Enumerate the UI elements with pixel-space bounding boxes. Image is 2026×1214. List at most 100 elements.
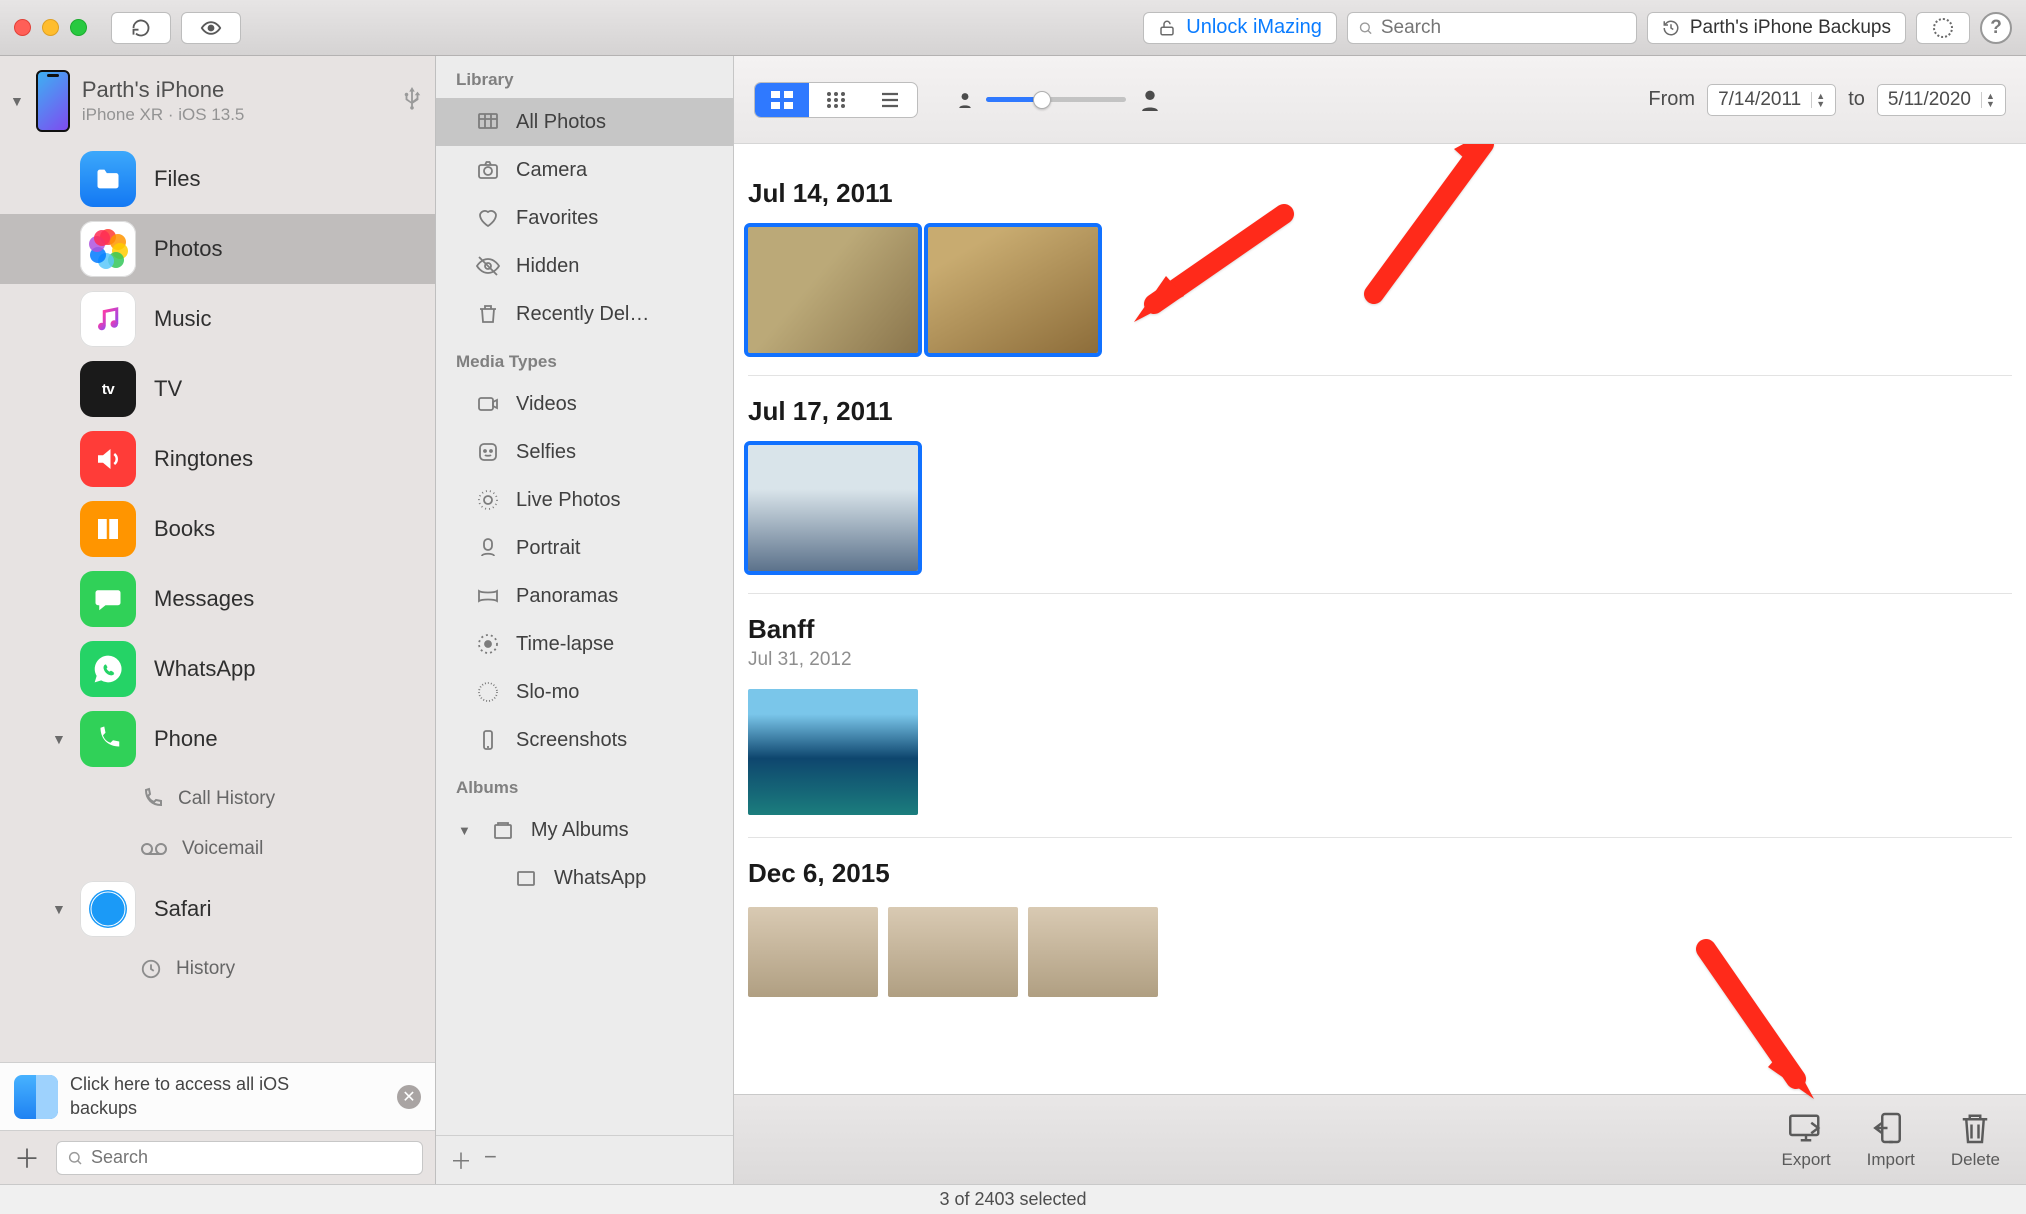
activity-button[interactable] (1916, 12, 1970, 44)
library-hidden[interactable]: Hidden (436, 242, 733, 290)
section-subtitle: Jul 31, 2012 (748, 649, 2012, 671)
library-item-label: Live Photos (516, 489, 621, 512)
library-slomo[interactable]: Slo-mo (436, 668, 733, 716)
sidebar-search[interactable] (56, 1141, 423, 1175)
photo-thumb[interactable] (888, 907, 1018, 997)
stepper-icon[interactable]: ▲▼ (1811, 92, 1825, 108)
photo-thumb[interactable] (748, 689, 918, 815)
remove-album-button[interactable]: − (484, 1144, 497, 1176)
photo-grid[interactable]: Jul 14, 2011 Jul 17, 2011 Banff Jul 31, … (734, 144, 2026, 1094)
nav-phone[interactable]: ▼ Phone (0, 704, 435, 774)
view-mode-switch[interactable] (754, 82, 918, 118)
backups-notice[interactable]: Click here to access all iOS backups ✕ (0, 1062, 435, 1130)
photo-thumb[interactable] (748, 907, 878, 997)
photo-thumb[interactable] (748, 445, 918, 571)
nav-tv[interactable]: tv TV (0, 354, 435, 424)
close-notice-button[interactable]: ✕ (397, 1085, 421, 1109)
library-item-label: My Albums (531, 819, 629, 842)
portrait-icon (476, 536, 500, 560)
live-photo-icon (476, 488, 500, 512)
action-label: Export (1782, 1150, 1831, 1170)
export-button[interactable]: Export (1782, 1110, 1831, 1170)
nav-label: Ringtones (154, 446, 253, 472)
library-item-label: Time-lapse (516, 633, 614, 656)
preview-button[interactable] (181, 12, 241, 44)
toolbar-search[interactable] (1347, 12, 1637, 44)
unlock-button[interactable]: Unlock iMazing (1143, 12, 1337, 44)
nav-label: Messages (154, 586, 254, 612)
disclosure-triangle-icon[interactable]: ▼ (52, 901, 66, 917)
library-camera[interactable]: Camera (436, 146, 733, 194)
handset-icon (140, 787, 164, 811)
nav-safari[interactable]: ▼ Safari (0, 874, 435, 944)
view-thumb-button[interactable] (809, 83, 863, 117)
delete-button[interactable]: Delete (1951, 1110, 2000, 1170)
list-icon (880, 92, 900, 108)
from-date-input[interactable]: 7/14/2011 ▲▼ (1707, 84, 1836, 116)
album-icon (514, 866, 538, 890)
view-grid-button[interactable] (755, 83, 809, 117)
device-header[interactable]: ▼ Parth's iPhone iPhone XR · iOS 13.5 (0, 56, 435, 144)
library-screenshots[interactable]: Screenshots (436, 716, 733, 764)
add-album-button[interactable]: ＋ (450, 1144, 472, 1176)
slomo-icon (476, 680, 500, 704)
timelapse-icon (476, 632, 500, 656)
zoom-thumb[interactable] (1033, 91, 1051, 109)
library-item-label: WhatsApp (554, 867, 646, 890)
disclosure-triangle-icon[interactable]: ▼ (10, 93, 24, 109)
nav-files[interactable]: Files (0, 144, 435, 214)
zoom-slider[interactable] (958, 89, 1160, 111)
library-favorites[interactable]: Favorites (436, 194, 733, 242)
nav-photos[interactable]: Photos (0, 214, 435, 284)
to-date-input[interactable]: 5/11/2020 ▲▼ (1877, 84, 2006, 116)
zoom-track[interactable] (986, 97, 1126, 102)
search-icon (67, 1150, 83, 1166)
disclosure-triangle-icon[interactable]: ▼ (458, 823, 471, 838)
add-button[interactable]: ＋ (12, 1139, 42, 1176)
help-button[interactable]: ? (1980, 12, 2012, 44)
backups-button[interactable]: Parth's iPhone Backups (1647, 12, 1906, 44)
nav-label: Music (154, 306, 211, 332)
chat-icon (80, 571, 136, 627)
toolbar-search-input[interactable] (1381, 17, 1626, 39)
sidebar-search-input[interactable] (91, 1147, 412, 1168)
usb-icon (401, 85, 423, 117)
device-sidebar: ▼ Parth's iPhone iPhone XR · iOS 13.5 Fi… (0, 56, 436, 1184)
photo-thumb[interactable] (1028, 907, 1158, 997)
library-live-photos[interactable]: Live Photos (436, 476, 733, 524)
nav-label: WhatsApp (154, 656, 256, 682)
export-icon (1785, 1110, 1827, 1146)
disclosure-triangle-icon[interactable]: ▼ (52, 731, 66, 747)
library-sidebar: Library All Photos Camera Favorites Hidd… (436, 56, 734, 1184)
close-icon[interactable] (14, 19, 31, 36)
nav-books[interactable]: Books (0, 494, 435, 564)
library-panoramas[interactable]: Panoramas (436, 572, 733, 620)
fullscreen-icon[interactable] (70, 19, 87, 36)
photo-thumb[interactable] (928, 227, 1098, 353)
library-videos[interactable]: Videos (436, 380, 733, 428)
view-list-button[interactable] (863, 83, 917, 117)
nav-call-history[interactable]: Call History (0, 774, 435, 824)
library-album-whatsapp[interactable]: WhatsApp (436, 854, 733, 902)
library-timelapse[interactable]: Time-lapse (436, 620, 733, 668)
nav-label: History (176, 958, 235, 980)
refresh-button[interactable] (111, 12, 171, 44)
library-selfies[interactable]: Selfies (436, 428, 733, 476)
library-portrait[interactable]: Portrait (436, 524, 733, 572)
nav-voicemail[interactable]: Voicemail (0, 824, 435, 874)
nav-messages[interactable]: Messages (0, 564, 435, 634)
photo-thumb[interactable] (748, 227, 918, 353)
device-icon (476, 728, 500, 752)
library-my-albums[interactable]: ▼ My Albums (436, 806, 733, 854)
nav-history[interactable]: History (0, 944, 435, 994)
stepper-icon[interactable]: ▲▼ (1981, 92, 1995, 108)
nav-ringtones[interactable]: Ringtones (0, 424, 435, 494)
refresh-icon (131, 18, 151, 38)
nav-whatsapp[interactable]: WhatsApp (0, 634, 435, 704)
nav-music[interactable]: Music (0, 284, 435, 354)
panorama-icon (476, 584, 500, 608)
import-button[interactable]: Import (1867, 1110, 1915, 1170)
library-all-photos[interactable]: All Photos (436, 98, 733, 146)
library-recently-deleted[interactable]: Recently Del… (436, 290, 733, 338)
minimize-icon[interactable] (42, 19, 59, 36)
